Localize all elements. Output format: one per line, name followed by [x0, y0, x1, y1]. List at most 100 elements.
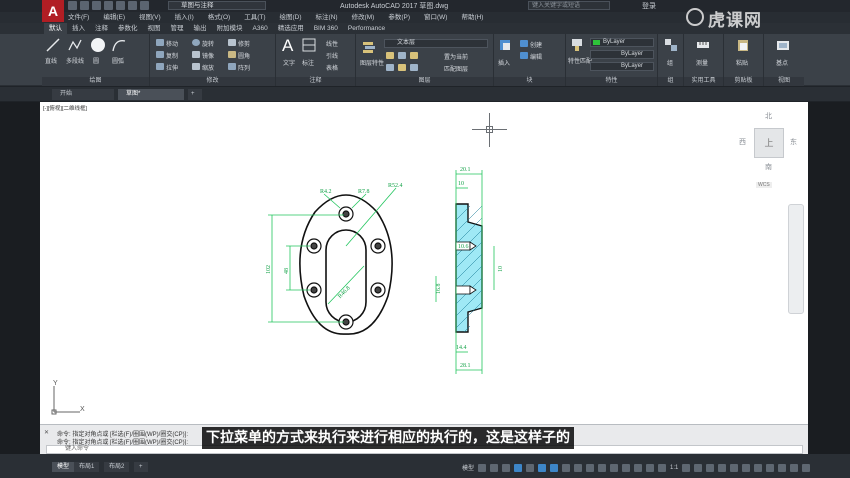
table-label[interactable]: 表格 — [326, 63, 338, 72]
ribbon-tab[interactable]: BIM 360 — [309, 23, 343, 34]
polyline-icon[interactable] — [68, 38, 82, 52]
ribbon-tab[interactable]: 注释 — [90, 23, 113, 34]
grid-icon[interactable] — [478, 463, 487, 472]
menu-item[interactable]: 绘图(D) — [280, 12, 302, 23]
scale-label[interactable]: 缩放 — [202, 63, 214, 72]
lineweight-select[interactable]: ByLayer — [590, 62, 654, 71]
layer-select[interactable]: 文本层 — [384, 39, 488, 48]
selection-filter-icon[interactable] — [622, 463, 631, 472]
ortho-icon[interactable] — [502, 463, 511, 472]
menu-item[interactable]: 窗口(W) — [424, 12, 447, 23]
compass-west[interactable]: 西 — [739, 137, 746, 147]
workspace-select[interactable]: 草图与注释 — [168, 1, 266, 10]
match-properties-icon[interactable] — [570, 38, 584, 52]
text-icon[interactable]: A — [282, 36, 293, 56]
edit-block-icon[interactable] — [520, 52, 528, 59]
ribbon-tab[interactable]: Performance — [343, 23, 390, 34]
group-icon[interactable] — [664, 38, 678, 52]
3d-osnap-icon[interactable] — [598, 463, 607, 472]
base-point-icon[interactable] — [776, 38, 790, 52]
snap-icon[interactable] — [490, 463, 499, 472]
make-current-label[interactable]: 置为当前 — [444, 52, 468, 61]
application-menu-button[interactable]: A — [42, 0, 64, 22]
color-select[interactable]: ByLayer — [590, 38, 654, 47]
object-snap-tracking-icon[interactable] — [538, 463, 547, 472]
save-as-icon[interactable] — [104, 1, 113, 10]
arc-icon[interactable] — [112, 38, 126, 52]
utilities-panel-title[interactable]: 实用工具 — [684, 77, 723, 86]
insert-block-icon[interactable] — [498, 38, 512, 52]
layer-walk-icon[interactable] — [398, 64, 406, 71]
circle-icon[interactable] — [90, 37, 106, 53]
lineweight-icon[interactable] — [562, 463, 571, 472]
drawing-tab[interactable]: 草图* — [118, 89, 184, 100]
gear-icon[interactable] — [682, 463, 691, 472]
stretch-label[interactable]: 拉伸 — [166, 63, 178, 72]
move-icon[interactable] — [156, 39, 164, 46]
clean-screen-icon[interactable] — [790, 463, 799, 472]
stretch-icon[interactable] — [156, 63, 164, 70]
workspace-switch-icon[interactable] — [706, 463, 715, 472]
login-button[interactable]: 登录 — [642, 1, 656, 11]
new-tab-button[interactable]: + — [188, 89, 202, 100]
layer-off-icon[interactable] — [386, 52, 394, 59]
menu-item[interactable]: 参数(P) — [388, 12, 410, 23]
close-icon[interactable]: ✕ — [44, 429, 49, 436]
viewport-controls[interactable]: [-][俯视][二维线框] — [43, 104, 87, 112]
auto-scale-icon[interactable] — [658, 463, 667, 472]
units-icon[interactable] — [730, 463, 739, 472]
hardware-acceleration-icon[interactable] — [778, 463, 787, 472]
ribbon-tab[interactable]: 精选应用 — [273, 23, 309, 34]
menu-item[interactable]: 视图(V) — [139, 12, 161, 23]
layers-panel-title[interactable]: 图层 — [356, 77, 493, 86]
menu-item[interactable]: 帮助(H) — [461, 12, 483, 23]
technical-drawing[interactable]: R4.2 R7.8 R52.4 102 48 R46.8 20.1 10 10.… — [260, 160, 510, 380]
compass-east[interactable]: 东 — [790, 137, 797, 147]
ribbon-tab[interactable]: 默认 — [44, 23, 67, 34]
layer-merge-icon[interactable] — [410, 64, 418, 71]
isolate-objects-icon[interactable] — [766, 463, 775, 472]
edit-label[interactable]: 编辑 — [530, 52, 542, 61]
trim-icon[interactable] — [228, 39, 236, 46]
menu-item[interactable]: 文件(F) — [68, 12, 89, 23]
plus-icon[interactable] — [694, 463, 703, 472]
dynamic-ucs-icon[interactable] — [610, 463, 619, 472]
copy-label[interactable]: 复制 — [166, 51, 178, 60]
menu-item[interactable]: 标注(N) — [316, 12, 338, 23]
menu-item[interactable]: 工具(T) — [244, 12, 265, 23]
line-icon[interactable] — [46, 38, 60, 52]
customization-menu-icon[interactable] — [802, 463, 811, 472]
isodraft-icon[interactable] — [526, 463, 535, 472]
linetype-select[interactable]: ByLayer — [590, 50, 654, 59]
dimension-icon[interactable] — [302, 38, 316, 52]
annotation-scale[interactable]: 1:1 — [670, 465, 678, 471]
match-layer-label[interactable]: 匹配图层 — [444, 64, 468, 73]
ribbon-tab[interactable]: A360 — [248, 23, 273, 34]
layer-properties-icon[interactable] — [362, 40, 376, 54]
mirror-label[interactable]: 镜像 — [202, 51, 214, 60]
array-icon[interactable] — [228, 63, 236, 70]
viewcube-top-face[interactable]: 上 — [754, 128, 784, 158]
layout2-tab[interactable]: 布局2 — [104, 462, 130, 472]
modify-panel-title[interactable]: 修改 — [150, 77, 275, 86]
fillet-icon[interactable] — [228, 51, 236, 58]
menu-item[interactable]: 编辑(E) — [103, 12, 125, 23]
move-label[interactable]: 移动 — [166, 39, 178, 48]
layer-lock-icon[interactable] — [386, 64, 394, 71]
draw-panel-title[interactable]: 绘图 — [42, 77, 149, 86]
search-input[interactable]: 键入关键字或短语 — [528, 1, 610, 10]
ribbon-tab[interactable]: 附加模块 — [212, 23, 248, 34]
transparency-icon[interactable] — [574, 463, 583, 472]
paste-icon[interactable] — [736, 38, 750, 52]
ribbon-tab[interactable]: 参数化 — [113, 23, 143, 34]
layer-isolate-icon[interactable] — [398, 52, 406, 59]
annotation-visibility-icon[interactable] — [646, 463, 655, 472]
mirror-icon[interactable] — [192, 51, 200, 58]
undo-icon[interactable] — [128, 1, 137, 10]
annotation-panel-title[interactable]: 注释 — [276, 77, 355, 86]
model-tab[interactable]: 模型 — [52, 462, 75, 472]
measure-icon[interactable] — [696, 38, 710, 52]
fillet-label[interactable]: 圆角 — [238, 51, 250, 60]
groups-panel-title[interactable]: 组 — [658, 77, 683, 86]
create-block-icon[interactable] — [520, 40, 528, 47]
